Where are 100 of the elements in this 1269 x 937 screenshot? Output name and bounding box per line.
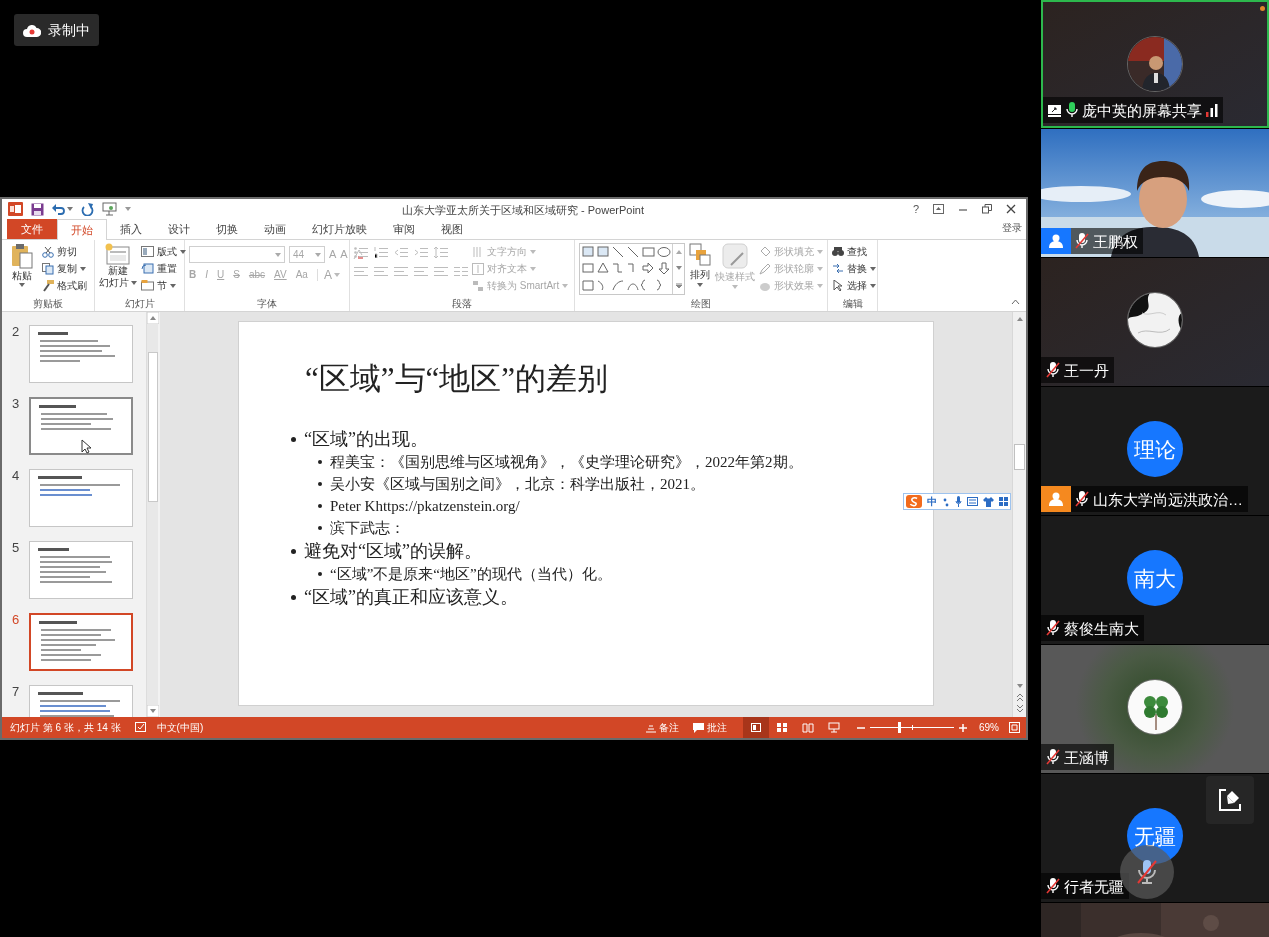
scroll-down-icon[interactable] [146,705,159,717]
scroll-up-icon[interactable] [675,250,682,255]
bullet-text: 避免对“区域”的误解。 [304,539,482,563]
slide-number: 5 [12,541,21,554]
bullet-icon [318,572,322,576]
arrange-button[interactable]: 排列 [689,243,711,287]
ribbon-button[interactable]: 格式刷 [42,277,87,294]
caret-icon [333,273,340,277]
spell-check-icon[interactable] [134,722,147,733]
close-icon[interactable] [1006,204,1016,214]
bullet-icon [318,526,322,530]
input-mode-label[interactable]: 中 [927,496,937,507]
participant-tile[interactable]: 南大 蔡俊生南大 [1041,516,1269,644]
caret-icon [80,266,86,271]
ime-toolbar[interactable]: 中 [903,493,1011,510]
participant-tile[interactable]: 王鹏权 [1041,129,1269,257]
caret-icon [315,252,321,257]
sign-in-link[interactable]: 登录 [1002,220,1022,235]
quick-styles-icon [722,243,748,269]
help-button[interactable]: ? [912,203,919,215]
slide-thumbnail[interactable] [29,397,133,455]
caret-icon [67,207,73,211]
microphone-icon[interactable] [955,496,962,507]
new-slide-button[interactable]: 新建 幻灯片 [99,243,137,289]
ribbon-tab[interactable]: 切换 [203,219,251,239]
slide-thumbnail[interactable] [29,469,133,527]
notes-button[interactable]: 备注 [646,720,679,735]
comment-icon [693,722,704,733]
punctuation-icon[interactable] [942,496,950,507]
ribbon-button[interactable]: 查找 [832,243,876,260]
slideshow-icon[interactable] [102,202,117,216]
ribbon-tab[interactable]: 视图 [428,219,476,239]
bullet-text: “区域”不是原来“地区”的现代（当代）化。 [330,564,612,584]
zoom-slider[interactable] [870,722,954,733]
new-slide-icon [105,243,131,265]
caret-icon [817,249,823,254]
caret-icon [817,266,823,271]
more-icon[interactable] [675,282,682,288]
bullet-icon [318,460,322,464]
keyboard-icon[interactable] [967,497,978,506]
comments-button[interactable]: 批注 [693,720,727,735]
participant-tile[interactable]: 庞中英的屏幕共享 [1041,0,1269,128]
group-label: 编辑 [842,298,863,309]
redo-icon[interactable] [81,202,94,216]
pen-icon [1217,787,1243,813]
ribbon-tab[interactable]: 插入 [107,219,155,239]
scrollbar-thumb[interactable] [1014,444,1025,470]
slide-thumbnail[interactable] [29,325,133,383]
ribbon-tab[interactable]: 文件 [7,219,57,239]
caret-icon [697,283,703,287]
participant-tile[interactable]: 王一丹 [1041,258,1269,386]
grid-icon[interactable] [999,497,1008,506]
normal-view-icon [750,722,762,733]
participant-name: 行者无疆 [1064,878,1124,894]
ribbon-button[interactable]: 复制 [42,260,87,277]
ribbon-button[interactable]: 节 [141,277,186,294]
paste-button[interactable]: 粘贴 [6,243,38,287]
app-logo-icon[interactable] [8,202,23,216]
bullet-text: 程美宝：《国别思维与区域视角》，《史学理论研究》，2022年第2期。 [330,452,803,472]
view-button[interactable] [743,717,769,738]
slider-thumb[interactable] [897,722,901,733]
scrollbar-thumb[interactable] [147,352,158,502]
participant-name: 王鹏权 [1093,233,1138,249]
participant-tile[interactable]: 王涵博 [1041,645,1269,773]
participant-tile[interactable]: 理论 山东大学尚远洪政治… [1041,387,1269,515]
ribbon-button[interactable]: 剪切 [42,243,87,260]
slide-thumbnail[interactable] [29,541,133,599]
fit-to-window-icon[interactable] [1009,722,1020,733]
group-label: 段落 [452,298,472,309]
undo-icon[interactable] [52,203,65,215]
slide-counter: 幻灯片 第 6 张，共 14 张 [10,721,121,735]
ribbon-button[interactable]: 版式 [141,243,186,260]
ribbon-tab[interactable]: 动画 [251,219,299,239]
bullet-text: Peter Khttps://pkatzenstein.org/ [330,496,520,516]
restore-icon[interactable] [982,204,992,214]
ribbon-button[interactable]: 重置 [141,260,186,277]
scroll-up-icon[interactable] [146,312,159,324]
ribbon-tab[interactable]: 设计 [155,219,203,239]
slide-thumbnail[interactable] [29,613,133,671]
ribbon-button[interactable]: 替换 [832,260,876,277]
ribbon-options-icon[interactable] [933,204,944,214]
zoom-in-icon[interactable] [959,723,967,732]
collapse-ribbon-icon[interactable] [1011,299,1020,305]
zoom-level-button[interactable]: 69% [979,720,999,735]
save-icon[interactable] [31,202,44,216]
language-label[interactable]: 中文(中国) [156,720,204,735]
notes-icon [646,722,656,733]
shirt-icon[interactable] [983,496,994,507]
participant-name: 王涵博 [1064,749,1109,765]
caret-icon [125,207,131,211]
ribbon-tab[interactable]: 审阅 [380,219,428,239]
ribbon-tab[interactable]: 幻灯片放映 [299,219,380,239]
bullet-text: 滨下武志： [330,518,405,538]
ribbon-button[interactable]: 选择 [832,277,876,294]
shapes-gallery[interactable] [579,243,685,295]
participant-name: 王一丹 [1064,362,1109,378]
annotate-button[interactable] [1206,776,1254,824]
scroll-down-icon[interactable] [675,266,682,271]
caret-icon [817,283,823,288]
ribbon-tab[interactable]: 开始 [57,219,107,240]
